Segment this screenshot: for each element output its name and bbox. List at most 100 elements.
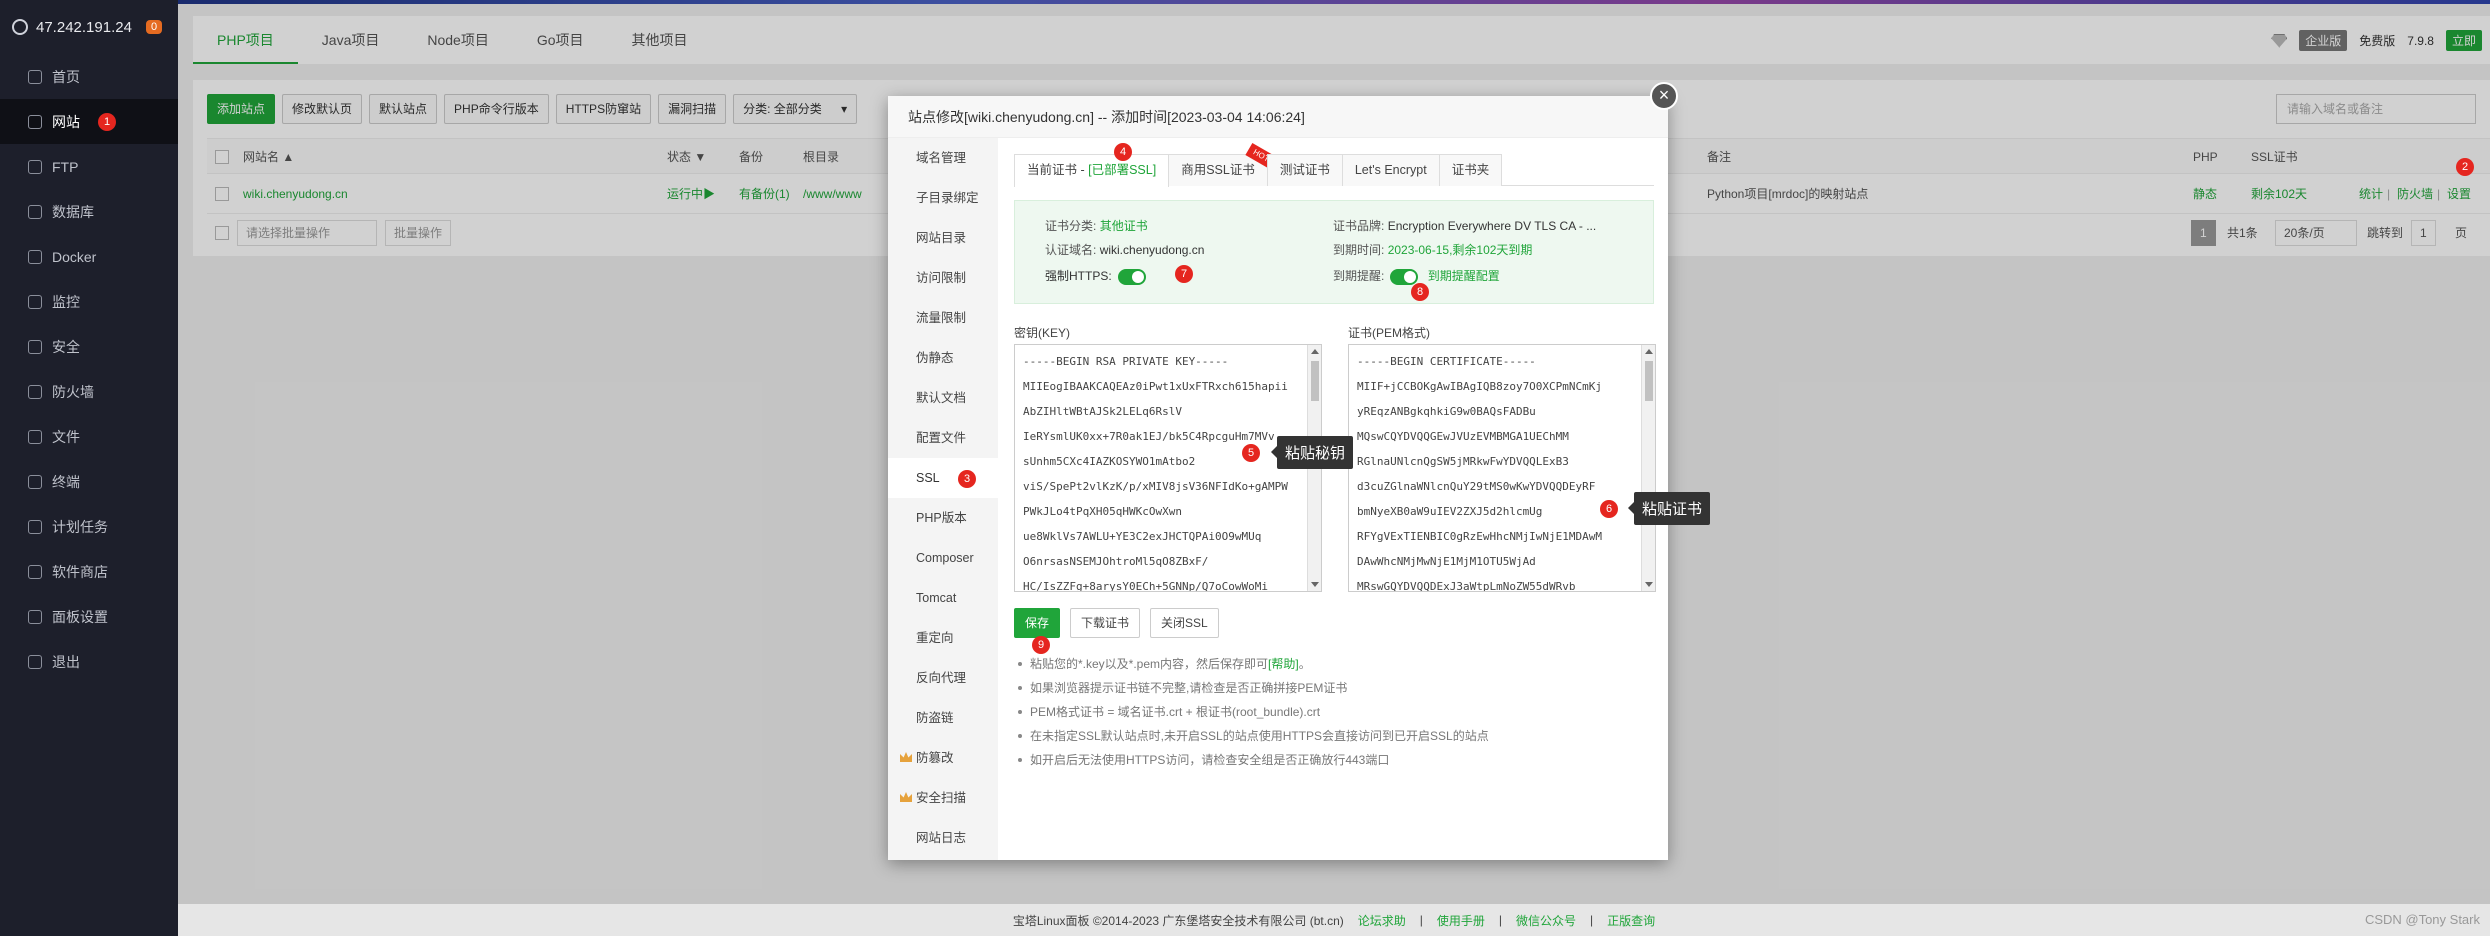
code-line: yREqzANBgkqhkiG9w0BAQsFADBu: [1357, 405, 1536, 418]
page-footer: 宝塔Linux面板 ©2014-2023 广东堡塔安全技术有限公司 (bt.cn…: [178, 904, 2490, 936]
modal-menu-label: 流量限制: [916, 311, 967, 325]
modal-menu-item[interactable]: 防篡改: [888, 738, 998, 778]
cert-expire-label: 到期时间:: [1333, 243, 1385, 257]
step-marker-2: 2: [2456, 158, 2474, 176]
message-badge[interactable]: 0: [145, 20, 163, 34]
server-ip-header[interactable]: 47.242.191.24 0: [0, 0, 178, 54]
cert-textarea[interactable]: -----BEGIN CERTIFICATE----- MIIF+jCCBOKgA…: [1348, 344, 1656, 592]
note-item: 在未指定SSL默认站点时,未开启SSL的站点使用HTTPS会直接访问到已开启SS…: [1014, 724, 1654, 748]
cert-brand: 证书品牌: Encryption Everywhere DV TLS CA - …: [1333, 217, 1596, 234]
modal-menu-item[interactable]: PHP版本: [888, 498, 998, 538]
logout-icon: [28, 654, 42, 669]
cert-scrollbar[interactable]: [1641, 345, 1655, 591]
scroll-down-icon[interactable]: [1645, 582, 1653, 587]
sidebar-item-label: 安全: [52, 338, 80, 355]
expire-remind-toggle[interactable]: [1390, 268, 1419, 285]
close-icon[interactable]: ×: [1650, 82, 1678, 110]
server-icon: [12, 19, 28, 35]
modal-menu-item[interactable]: 网站目录: [888, 218, 998, 258]
modal-menu-item[interactable]: Tomcat: [888, 578, 998, 618]
modal-menu-item[interactable]: 网站日志: [888, 818, 998, 858]
tab-commercial-ssl[interactable]: 商用SSL证书 HOT: [1168, 142, 1277, 186]
sidebar-item-4[interactable]: Docker: [0, 234, 178, 279]
note-text: 粘贴您的*.key以及*.pem内容，然后保存即可: [1030, 657, 1269, 671]
save-button[interactable]: 保存: [1014, 608, 1061, 638]
modal-menu-item[interactable]: 安全扫描: [888, 778, 998, 818]
modal-menu-item[interactable]: 重定向: [888, 618, 998, 658]
shield-icon: [28, 339, 42, 354]
modal-menu-label: 伪静态: [916, 351, 954, 365]
manual-link[interactable]: 使用手册: [1437, 912, 1485, 929]
modal-menu-item[interactable]: 默认文档: [888, 378, 998, 418]
sidebar-item-12[interactable]: 面板设置: [0, 594, 178, 639]
modal-menu-label: 配置文件: [916, 431, 967, 445]
sidebar-item-0[interactable]: 首页: [0, 54, 178, 99]
sidebar-item-1[interactable]: 网站 1: [0, 99, 178, 144]
sidebar-item-6[interactable]: 安全: [0, 324, 178, 369]
force-https-label: 强制HTTPS:: [1045, 269, 1112, 283]
footer-divider: |: [1419, 913, 1423, 927]
download-cert-button[interactable]: 下载证书: [1070, 608, 1141, 638]
sidebar-item-2[interactable]: FTP: [0, 144, 178, 189]
code-line: RGlnaUNlcnQgSW5jMRkwFwYDVQQLExB3: [1357, 455, 1569, 468]
sidebar-item-label: 软件商店: [52, 563, 108, 580]
store-icon: [28, 564, 42, 579]
forum-link[interactable]: 论坛求助: [1358, 912, 1406, 929]
modal-menu-label: 默认文档: [916, 391, 967, 405]
tab-cert-folder[interactable]: 证书夹: [1438, 154, 1503, 186]
site-edit-modal: 站点修改[wiki.chenyudong.cn] -- 添加时间[2023-03…: [888, 82, 1711, 860]
cert-domain-label: 认证域名:: [1045, 243, 1097, 257]
remind-config-link[interactable]: 到期提醒配置: [1428, 269, 1500, 283]
force-https-toggle[interactable]: [1117, 268, 1146, 285]
tab-current-cert[interactable]: 当前证书 - [已部署SSL]: [1014, 154, 1170, 187]
modal-menu-item[interactable]: 流量限制: [888, 298, 998, 338]
sidebar-item-9[interactable]: 终端: [0, 459, 178, 504]
code-line: PWkJLo4tPqXH05qHWKcOwXwn: [1023, 505, 1182, 518]
modal-menu-item[interactable]: 防盗链: [888, 698, 998, 738]
modal-menu-item[interactable]: Composer: [888, 538, 998, 578]
sidebar-item-5[interactable]: 监控: [0, 279, 178, 324]
code-line: d3cuZGlnaWNlcnQuY29tMS0wKwYDVQQDEyRF: [1357, 480, 1596, 493]
cert-expire: 到期时间: 2023-06-15,剩余102天到期: [1333, 241, 1532, 258]
help-link[interactable]: [帮助]: [1268, 657, 1299, 671]
modal-menu-label: 重定向: [916, 631, 954, 645]
modal-menu-item[interactable]: 域名管理: [888, 138, 998, 178]
sidebar-item-label: 监控: [52, 293, 80, 310]
sidebar-item-8[interactable]: 文件: [0, 414, 178, 459]
scroll-down-icon[interactable]: [1311, 582, 1319, 587]
scroll-up-icon[interactable]: [1645, 349, 1653, 354]
modal-menu-item[interactable]: 配置文件: [888, 418, 998, 458]
code-line: RFYgVExTIENBIC0gRzEwHhcNMjIwNjE1MDAwM: [1357, 530, 1603, 543]
tab-commercial-ssl-label: 商用SSL证书: [1181, 163, 1255, 177]
modal-menu-item[interactable]: 反向代理: [888, 658, 998, 698]
modal-menu-item[interactable]: 子目录绑定: [888, 178, 998, 218]
sidebar-item-11[interactable]: 软件商店: [0, 549, 178, 594]
scroll-up-icon[interactable]: [1311, 349, 1319, 354]
tab-test-cert[interactable]: 测试证书: [1266, 154, 1343, 186]
sidebar-item-label: 文件: [52, 428, 80, 445]
modal-menu-item[interactable]: 伪静态: [888, 338, 998, 378]
sidebar-item-7[interactable]: 防火墙: [0, 369, 178, 414]
wechat-link[interactable]: 微信公众号: [1516, 912, 1576, 929]
scroll-thumb[interactable]: [1311, 361, 1319, 401]
sidebar-item-10[interactable]: 计划任务: [0, 504, 178, 549]
calendar-icon: [28, 519, 42, 534]
scroll-thumb[interactable]: [1645, 361, 1653, 401]
license-check-link[interactable]: 正版查询: [1607, 912, 1655, 929]
modal-menu-item[interactable]: 访问限制: [888, 258, 998, 298]
sidebar-item-3[interactable]: 数据库: [0, 189, 178, 234]
modal-menu-label: 防篡改: [916, 751, 954, 765]
tab-letsencrypt[interactable]: Let's Encrypt: [1341, 154, 1440, 186]
step-marker-1: 1: [98, 112, 116, 131]
modal-menu-label: Composer: [916, 551, 974, 565]
close-ssl-button[interactable]: 关闭SSL: [1150, 608, 1219, 638]
key-textarea[interactable]: -----BEGIN RSA PRIVATE KEY----- MIIEogIBA…: [1014, 344, 1322, 592]
ftp-icon: [28, 159, 42, 174]
cert-brand-label: 证书品牌:: [1333, 219, 1385, 233]
cert-label: 证书(PEM格式): [1348, 326, 1430, 340]
sidebar-item-label: Docker: [52, 248, 97, 265]
code-line: -----BEGIN RSA PRIVATE KEY-----: [1023, 355, 1229, 368]
note-item: 如开启后无法使用HTTPS访问，请检查安全组是否正确放行443端口: [1014, 748, 1654, 772]
modal-menu-item[interactable]: SSL: [888, 458, 998, 498]
sidebar-item-13[interactable]: 退出: [0, 639, 178, 684]
